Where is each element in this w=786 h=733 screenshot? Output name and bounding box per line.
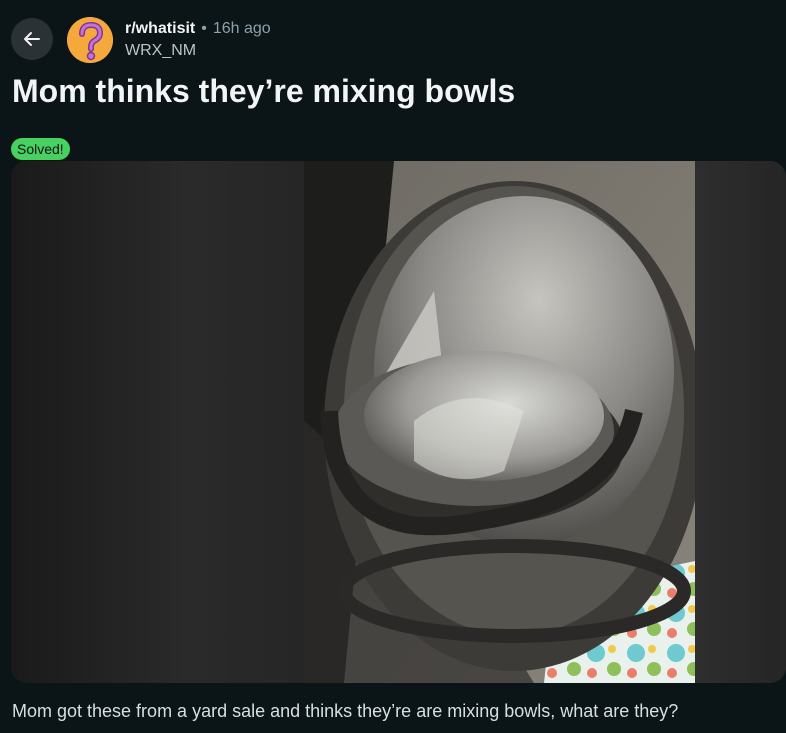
post-meta: r/whatisit • 16h ago [125, 18, 271, 40]
solved-flair[interactable]: Solved! [11, 138, 70, 160]
subreddit-link[interactable]: r/whatisit [125, 20, 195, 38]
post-image[interactable] [304, 161, 695, 683]
question-mark-icon [67, 17, 113, 63]
author-link[interactable]: WRX_NM [125, 42, 196, 60]
media-blur-right [695, 161, 786, 683]
post-title: Mom thinks they’re mixing bowls [12, 73, 516, 109]
arrow-left-icon [24, 32, 40, 46]
post-media[interactable] [11, 161, 786, 683]
post-time: 16h ago [212, 20, 271, 37]
back-button[interactable] [11, 18, 53, 60]
meta-separator: • [201, 20, 207, 37]
post-body: Mom got these from a yard sale and think… [12, 701, 679, 721]
subreddit-avatar[interactable] [67, 17, 113, 63]
media-blur-left [11, 161, 304, 683]
